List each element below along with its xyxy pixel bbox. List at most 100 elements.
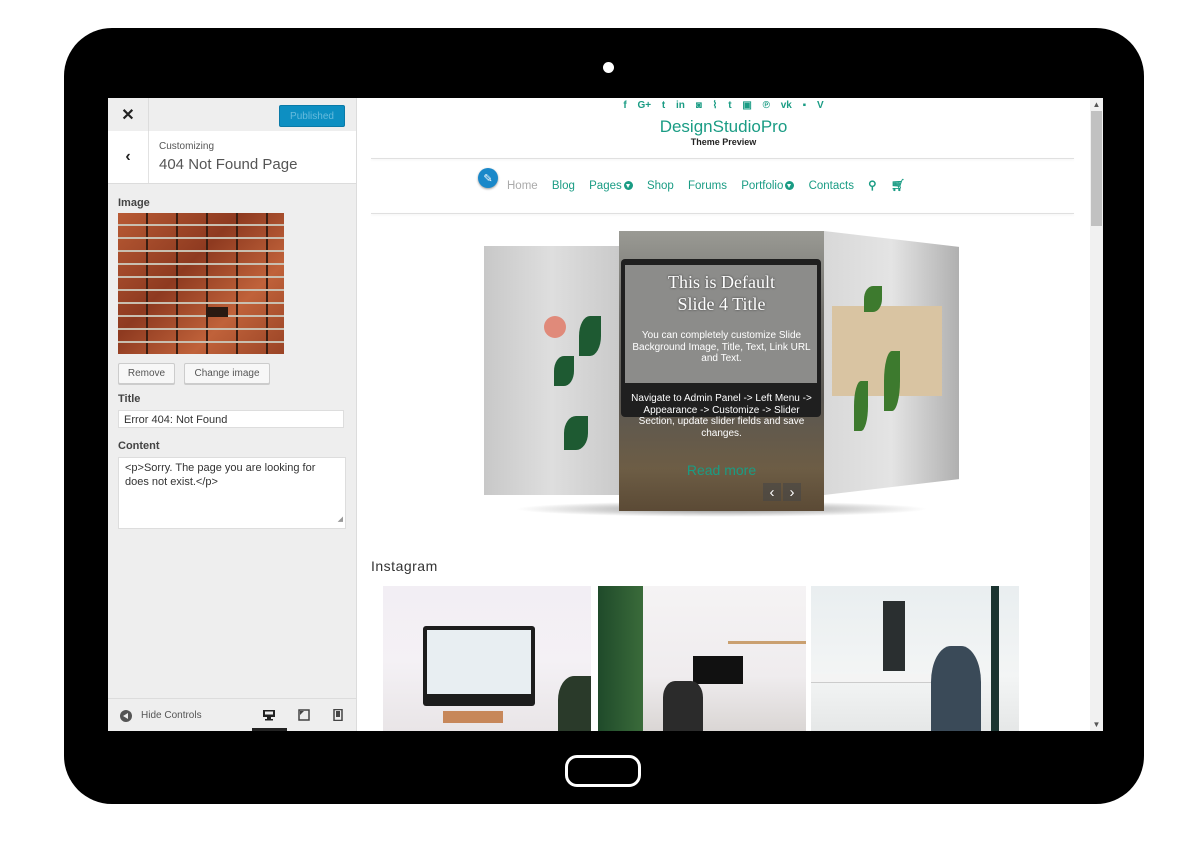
monitor-shape: [883, 601, 905, 671]
monitor-shape: [423, 626, 535, 706]
google-plus-icon[interactable]: G+: [638, 100, 652, 111]
nav-forums[interactable]: Forums: [688, 180, 727, 192]
instagram-photo-2[interactable]: [598, 586, 806, 731]
instagram-heading: Instagram: [371, 558, 438, 574]
customizer-sidebar: ✕ Published ‹ Customizing 404 Not Found …: [108, 98, 357, 731]
chair-shape: [663, 681, 703, 731]
facebook-icon[interactable]: f: [623, 100, 626, 111]
chevron-left-icon: ‹: [125, 148, 131, 165]
slide-title-line2: Slide 4 Title: [677, 294, 766, 314]
flickr-icon[interactable]: ▪: [803, 100, 807, 111]
collapse-arrow-icon: [120, 710, 132, 722]
title-label: Title: [118, 393, 141, 405]
customizer-footer: Hide Controls: [108, 698, 356, 731]
youtube-icon[interactable]: ▣: [742, 100, 751, 111]
site-tagline: Theme Preview: [690, 137, 757, 147]
hide-controls-label: Hide Controls: [141, 710, 202, 721]
nav-contacts[interactable]: Contacts: [809, 180, 854, 192]
main-nav: Home Blog Pages Shop Forums Portfolio Co…: [507, 178, 916, 192]
slider-prev-button[interactable]: ‹: [763, 483, 781, 501]
mobile-icon: [333, 709, 343, 721]
leaf-shape: [864, 286, 882, 312]
change-image-button[interactable]: Change image: [184, 363, 270, 384]
slide-panel-left: [484, 246, 619, 495]
shelf-shape: [728, 641, 806, 644]
pinterest-icon[interactable]: ℗: [763, 100, 770, 111]
slide-panel-center: This is Default Slide 4 Title You can co…: [619, 231, 824, 511]
read-more-link[interactable]: Read more: [619, 462, 824, 478]
header-divider: [371, 158, 1074, 159]
vine-icon[interactable]: V: [817, 100, 824, 111]
nav-portfolio[interactable]: Portfolio: [741, 180, 795, 192]
camera-icon: [603, 62, 614, 73]
slide-panel-right: [824, 231, 959, 495]
home-button[interactable]: [565, 755, 641, 787]
active-device-indicator: [252, 728, 287, 731]
vk-icon[interactable]: vk: [781, 100, 792, 111]
slider: This is Default Slide 4 Title You can co…: [484, 231, 959, 517]
nav-divider: [371, 213, 1074, 214]
desktop-icon: [263, 710, 275, 721]
nav-pages-label: Pages: [589, 180, 622, 192]
nav-shop[interactable]: Shop: [647, 180, 674, 192]
scroll-down-icon[interactable]: ▼: [1090, 718, 1103, 731]
brick-hole: [206, 307, 228, 317]
search-icon[interactable]: ⚲: [868, 180, 876, 192]
dropdown-arrow-icon: [623, 181, 633, 190]
cart-icon[interactable]: 🛒︎: [891, 180, 906, 192]
content-text: <p>Sorry. The page you are looking for d…: [125, 462, 316, 488]
leaf-shape: [554, 356, 574, 386]
resize-grip-icon[interactable]: ◢: [338, 513, 343, 527]
linkedin-icon[interactable]: in: [676, 100, 685, 111]
dropdown-arrow-icon: [785, 181, 795, 190]
instagram-photo-3[interactable]: [811, 586, 1019, 731]
preview-mobile-button[interactable]: [329, 707, 347, 723]
scroll-up-icon[interactable]: ▲: [1090, 98, 1103, 111]
slide-title: This is Default Slide 4 Title: [619, 271, 824, 315]
section-title: 404 Not Found Page: [159, 156, 298, 173]
title-input[interactable]: Error 404: Not Found: [118, 410, 344, 428]
rss-icon[interactable]: ⌇: [713, 100, 718, 111]
plant-shape: [598, 586, 643, 731]
slide-text: You can completely customize Slide Backg…: [632, 330, 811, 364]
nav-pages[interactable]: Pages: [589, 180, 633, 192]
nav-home[interactable]: Home: [507, 180, 538, 192]
monitor-shape: [693, 656, 743, 684]
leaf-shape: [579, 316, 601, 356]
tablet-icon: [298, 709, 310, 721]
preview-scrollbar[interactable]: ▲ ▼: [1090, 98, 1103, 731]
tumblr-icon[interactable]: t: [728, 100, 731, 111]
preview-desktop-button[interactable]: [260, 707, 278, 723]
leaf-shape: [884, 351, 900, 411]
publish-button[interactable]: Published: [279, 105, 345, 127]
nav-portfolio-label: Portfolio: [741, 180, 784, 192]
screen: ✕ Published ‹ Customizing 404 Not Found …: [108, 98, 1103, 731]
site-preview: f G+ t in ◙ ⌇ t ▣ ℗ vk ▪ V DesignStudioP…: [357, 98, 1090, 731]
slider-next-button[interactable]: ›: [783, 483, 801, 501]
leaf-shape: [854, 381, 868, 431]
customizer-header-bar: ✕ Published: [108, 98, 356, 132]
content-textarea[interactable]: <p>Sorry. The page you are looking for d…: [118, 457, 346, 529]
slide-title-line1: This is Default: [668, 272, 775, 292]
social-icons: f G+ t in ◙ ⌇ t ▣ ℗ vk ▪ V: [357, 100, 1090, 111]
twitter-icon[interactable]: t: [662, 100, 665, 111]
close-button[interactable]: ✕: [108, 98, 149, 131]
instagram-photo-1[interactable]: [383, 586, 591, 731]
site-title[interactable]: DesignStudioPro: [357, 117, 1090, 137]
close-icon: ✕: [121, 106, 135, 124]
instagram-icon[interactable]: ◙: [696, 100, 702, 111]
nav-blog[interactable]: Blog: [552, 180, 575, 192]
slider-arrows: ‹ ›: [763, 483, 801, 501]
edit-shortcut-button[interactable]: ✎: [478, 168, 498, 188]
preview-tablet-button[interactable]: [295, 707, 313, 723]
chair-shape: [558, 676, 591, 731]
pencil-icon: ✎: [483, 172, 493, 185]
desk-item: [443, 711, 503, 723]
scrollbar-thumb[interactable]: [1091, 111, 1102, 226]
breadcrumb: Customizing: [159, 141, 215, 152]
section-header: ‹ Customizing 404 Not Found Page: [108, 131, 356, 184]
remove-button[interactable]: Remove: [118, 363, 175, 384]
back-button[interactable]: ‹: [108, 131, 149, 183]
image-preview: [118, 213, 284, 354]
slide-instructions: Navigate to Admin Panel -> Left Menu -> …: [631, 393, 812, 439]
